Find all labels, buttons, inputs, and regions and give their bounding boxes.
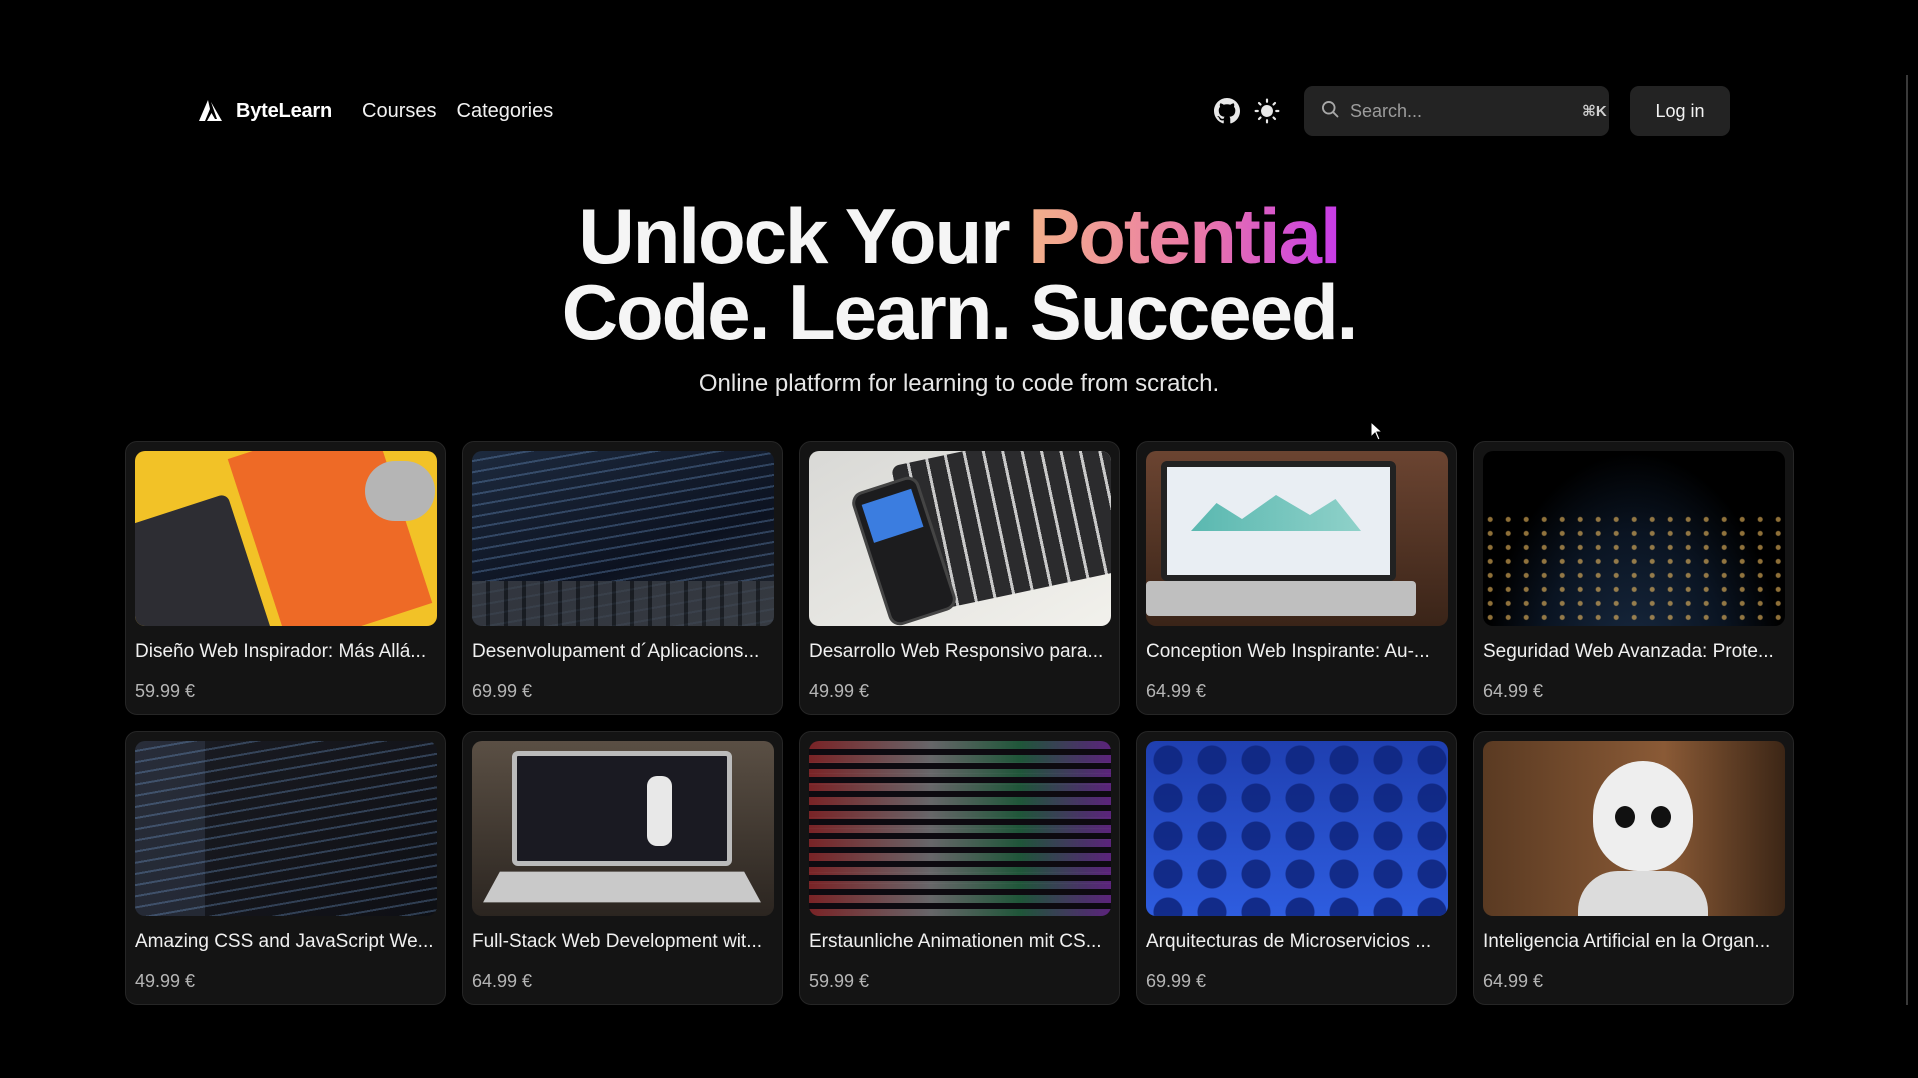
course-card[interactable]: Erstaunliche Animationen mit CS... 59.99… <box>799 731 1120 1005</box>
page: ByteLearn Courses Categories Search... ⌘… <box>0 0 1918 1078</box>
hero-title-prefix: Unlock Your <box>578 192 1029 280</box>
top-nav: ByteLearn Courses Categories Search... ⌘… <box>198 85 1730 137</box>
course-card[interactable]: Amazing CSS and JavaScript We... 49.99 € <box>125 731 446 1005</box>
course-price: 64.99 € <box>472 971 533 991</box>
course-thumbnail <box>809 741 1111 916</box>
course-title: Arquitecturas de Microservicios ... <box>1146 931 1432 952</box>
header-actions: ⌘K Log in <box>1212 86 1730 136</box>
course-price: 69.99 € <box>472 681 533 701</box>
course-thumbnail <box>135 741 437 916</box>
hero-title-line1: Unlock Your Potential <box>0 197 1918 275</box>
course-price: 59.99 € <box>809 971 870 991</box>
hero: Unlock Your Potential Code. Learn. Succe… <box>0 197 1918 398</box>
search-input[interactable] <box>1350 100 1582 122</box>
search-box[interactable]: ⌘K <box>1304 86 1609 136</box>
search-icon <box>1320 99 1350 124</box>
course-grid: Diseño Web Inspirador: Más Allá... 59.99… <box>125 441 1795 1005</box>
course-title: Diseño Web Inspirador: Más Allá... <box>135 641 427 662</box>
search-shortcut: ⌘K <box>1582 103 1607 120</box>
nav-categories-link[interactable]: Categories <box>457 100 554 123</box>
login-button[interactable]: Log in <box>1630 86 1730 136</box>
course-title: Seguridad Web Avanzada: Prote... <box>1483 641 1774 662</box>
course-title: Conception Web Inspirante: Au-... <box>1146 641 1430 662</box>
sun-icon <box>1254 98 1280 124</box>
logo-icon <box>198 99 224 123</box>
course-thumbnail <box>1146 741 1448 916</box>
course-card[interactable]: Desenvolupament d´Aplicacions... 69.99 € <box>462 441 783 715</box>
course-card[interactable]: Full-Stack Web Development wit... 64.99 … <box>462 731 783 1005</box>
course-title: Desenvolupament d´Aplicacions... <box>472 641 760 662</box>
course-thumbnail <box>1483 451 1785 626</box>
hero-title-highlight: Potential <box>1028 192 1341 280</box>
theme-toggle-button[interactable] <box>1252 96 1282 126</box>
course-price: 59.99 € <box>135 681 196 701</box>
course-card[interactable]: Inteligencia Artificial en la Organ... 6… <box>1473 731 1794 1005</box>
course-title: Inteligencia Artificial en la Organ... <box>1483 931 1771 952</box>
mouse-cursor-icon <box>1370 420 1384 446</box>
course-thumbnail <box>809 451 1111 626</box>
github-icon <box>1214 98 1240 124</box>
course-card[interactable]: Diseño Web Inspirador: Más Allá... 59.99… <box>125 441 446 715</box>
page-scrollbar[interactable] <box>1906 75 1908 1005</box>
brand[interactable]: ByteLearn <box>198 99 332 123</box>
course-price: 49.99 € <box>135 971 196 991</box>
course-price: 64.99 € <box>1146 681 1207 701</box>
nav-courses-link[interactable]: Courses <box>362 100 436 123</box>
course-title: Desarrollo Web Responsivo para... <box>809 641 1104 662</box>
course-title: Erstaunliche Animationen mit CS... <box>809 931 1102 952</box>
github-button[interactable] <box>1212 96 1242 126</box>
course-card[interactable]: Desarrollo Web Responsivo para... 49.99 … <box>799 441 1120 715</box>
course-thumbnail <box>135 451 437 626</box>
course-title: Amazing CSS and JavaScript We... <box>135 931 434 952</box>
course-card[interactable]: Arquitecturas de Microservicios ... 69.9… <box>1136 731 1457 1005</box>
course-title: Full-Stack Web Development wit... <box>472 931 763 952</box>
hero-title-line2: Code. Learn. Succeed. <box>561 268 1359 356</box>
brand-name: ByteLearn <box>236 99 333 122</box>
course-thumbnail <box>472 741 774 916</box>
course-card[interactable]: Conception Web Inspirante: Au-... 64.99 … <box>1136 441 1457 715</box>
hero-subtitle: Online platform for learning to code fro… <box>698 370 1220 397</box>
course-thumbnail <box>1483 741 1785 916</box>
course-price: 69.99 € <box>1146 971 1207 991</box>
course-price: 49.99 € <box>809 681 870 701</box>
course-thumbnail <box>472 451 774 626</box>
course-thumbnail <box>1146 451 1448 626</box>
course-card[interactable]: Seguridad Web Avanzada: Prote... 64.99 € <box>1473 441 1794 715</box>
course-price: 64.99 € <box>1483 681 1544 701</box>
course-price: 64.99 € <box>1483 971 1544 991</box>
